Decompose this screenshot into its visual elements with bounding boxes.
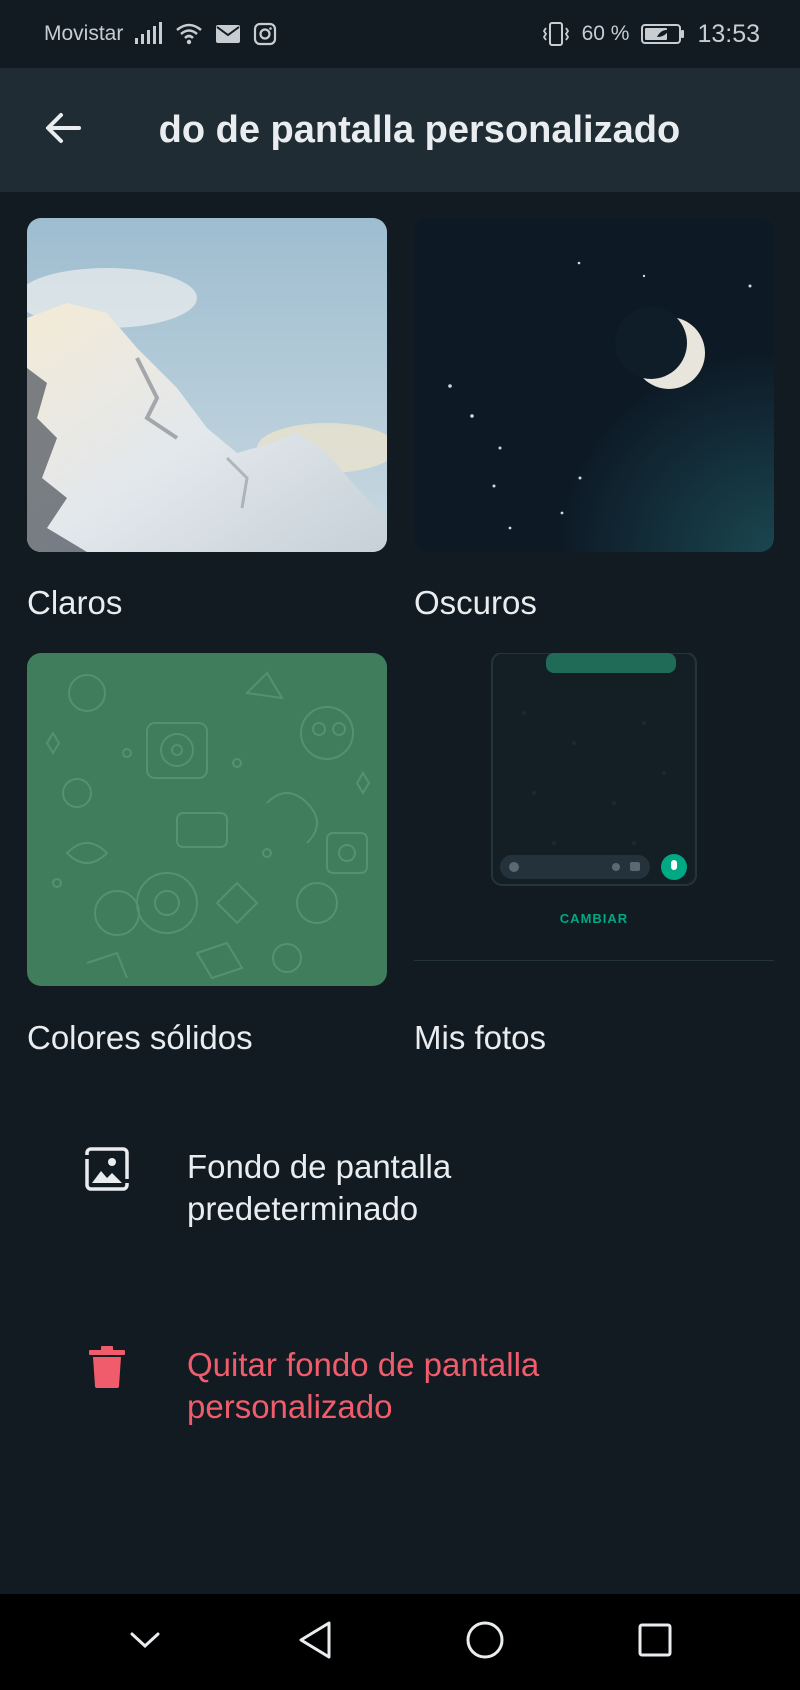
page-title: Fondo de pantalla personalizado: [160, 108, 680, 151]
default-wallpaper-option[interactable]: Fondo de pantalla predeterminado: [0, 1140, 800, 1260]
moon-image: [414, 218, 774, 552]
solid-colors-tile[interactable]: [27, 653, 387, 986]
image-frame-icon: [84, 1146, 130, 1192]
remove-wallpaper-label: Quitar fondo de pantalla personalizado: [187, 1346, 540, 1425]
clock: 13:53: [697, 19, 760, 48]
doodle-pattern: [45, 671, 371, 980]
light-wallpapers-tile[interactable]: [27, 218, 387, 552]
home-circle-icon: [465, 1620, 505, 1665]
light-wallpapers-label: Claros: [27, 584, 123, 621]
arrow-left-icon: [43, 111, 83, 150]
instagram-icon: [253, 22, 277, 46]
hide-keyboard-button[interactable]: [105, 1602, 185, 1682]
divider: [414, 960, 774, 961]
nav-back-button[interactable]: [275, 1602, 355, 1682]
back-triangle-icon: [297, 1620, 333, 1665]
back-button[interactable]: [28, 95, 98, 165]
battery-icon: [641, 23, 685, 45]
recents-square-icon: [637, 1622, 673, 1663]
wifi-icon: [175, 22, 203, 46]
system-nav-bar: [0, 1594, 800, 1690]
default-wallpaper-label: Fondo de pantalla predeterminado: [187, 1148, 452, 1227]
nav-recents-button[interactable]: [615, 1602, 695, 1682]
chevron-down-icon: [129, 1630, 161, 1655]
app-bar: Fondo de pantalla personalizado: [0, 68, 800, 192]
remove-wallpaper-option[interactable]: Quitar fondo de pantalla personalizado: [0, 1338, 800, 1458]
solid-colors-label: Colores sólidos: [27, 1019, 253, 1056]
change-photo-link[interactable]: CAMBIAR: [414, 911, 774, 926]
trash-icon: [84, 1344, 130, 1390]
mountain-image: [27, 218, 387, 552]
signal-icon: [135, 22, 163, 46]
my-photos-tile[interactable]: CAMBIAR: [414, 653, 774, 963]
title-container: Fondo de pantalla personalizado: [160, 68, 680, 192]
dark-wallpapers-tile[interactable]: [414, 218, 774, 552]
carrier-name: Movistar: [44, 22, 124, 45]
battery-percent: 60 %: [581, 22, 630, 45]
status-bar-left: Movistar: [44, 22, 277, 46]
status-bar-right: 60 % 13:53: [542, 20, 760, 49]
nav-home-button[interactable]: [445, 1602, 525, 1682]
mail-icon: [215, 24, 241, 44]
dark-wallpapers-label: Oscuros: [414, 584, 537, 621]
status-bar: Movistar 60 % 13:53: [0, 0, 800, 68]
vibrate-icon: [542, 21, 570, 47]
my-photos-label: Mis fotos: [414, 1019, 547, 1056]
